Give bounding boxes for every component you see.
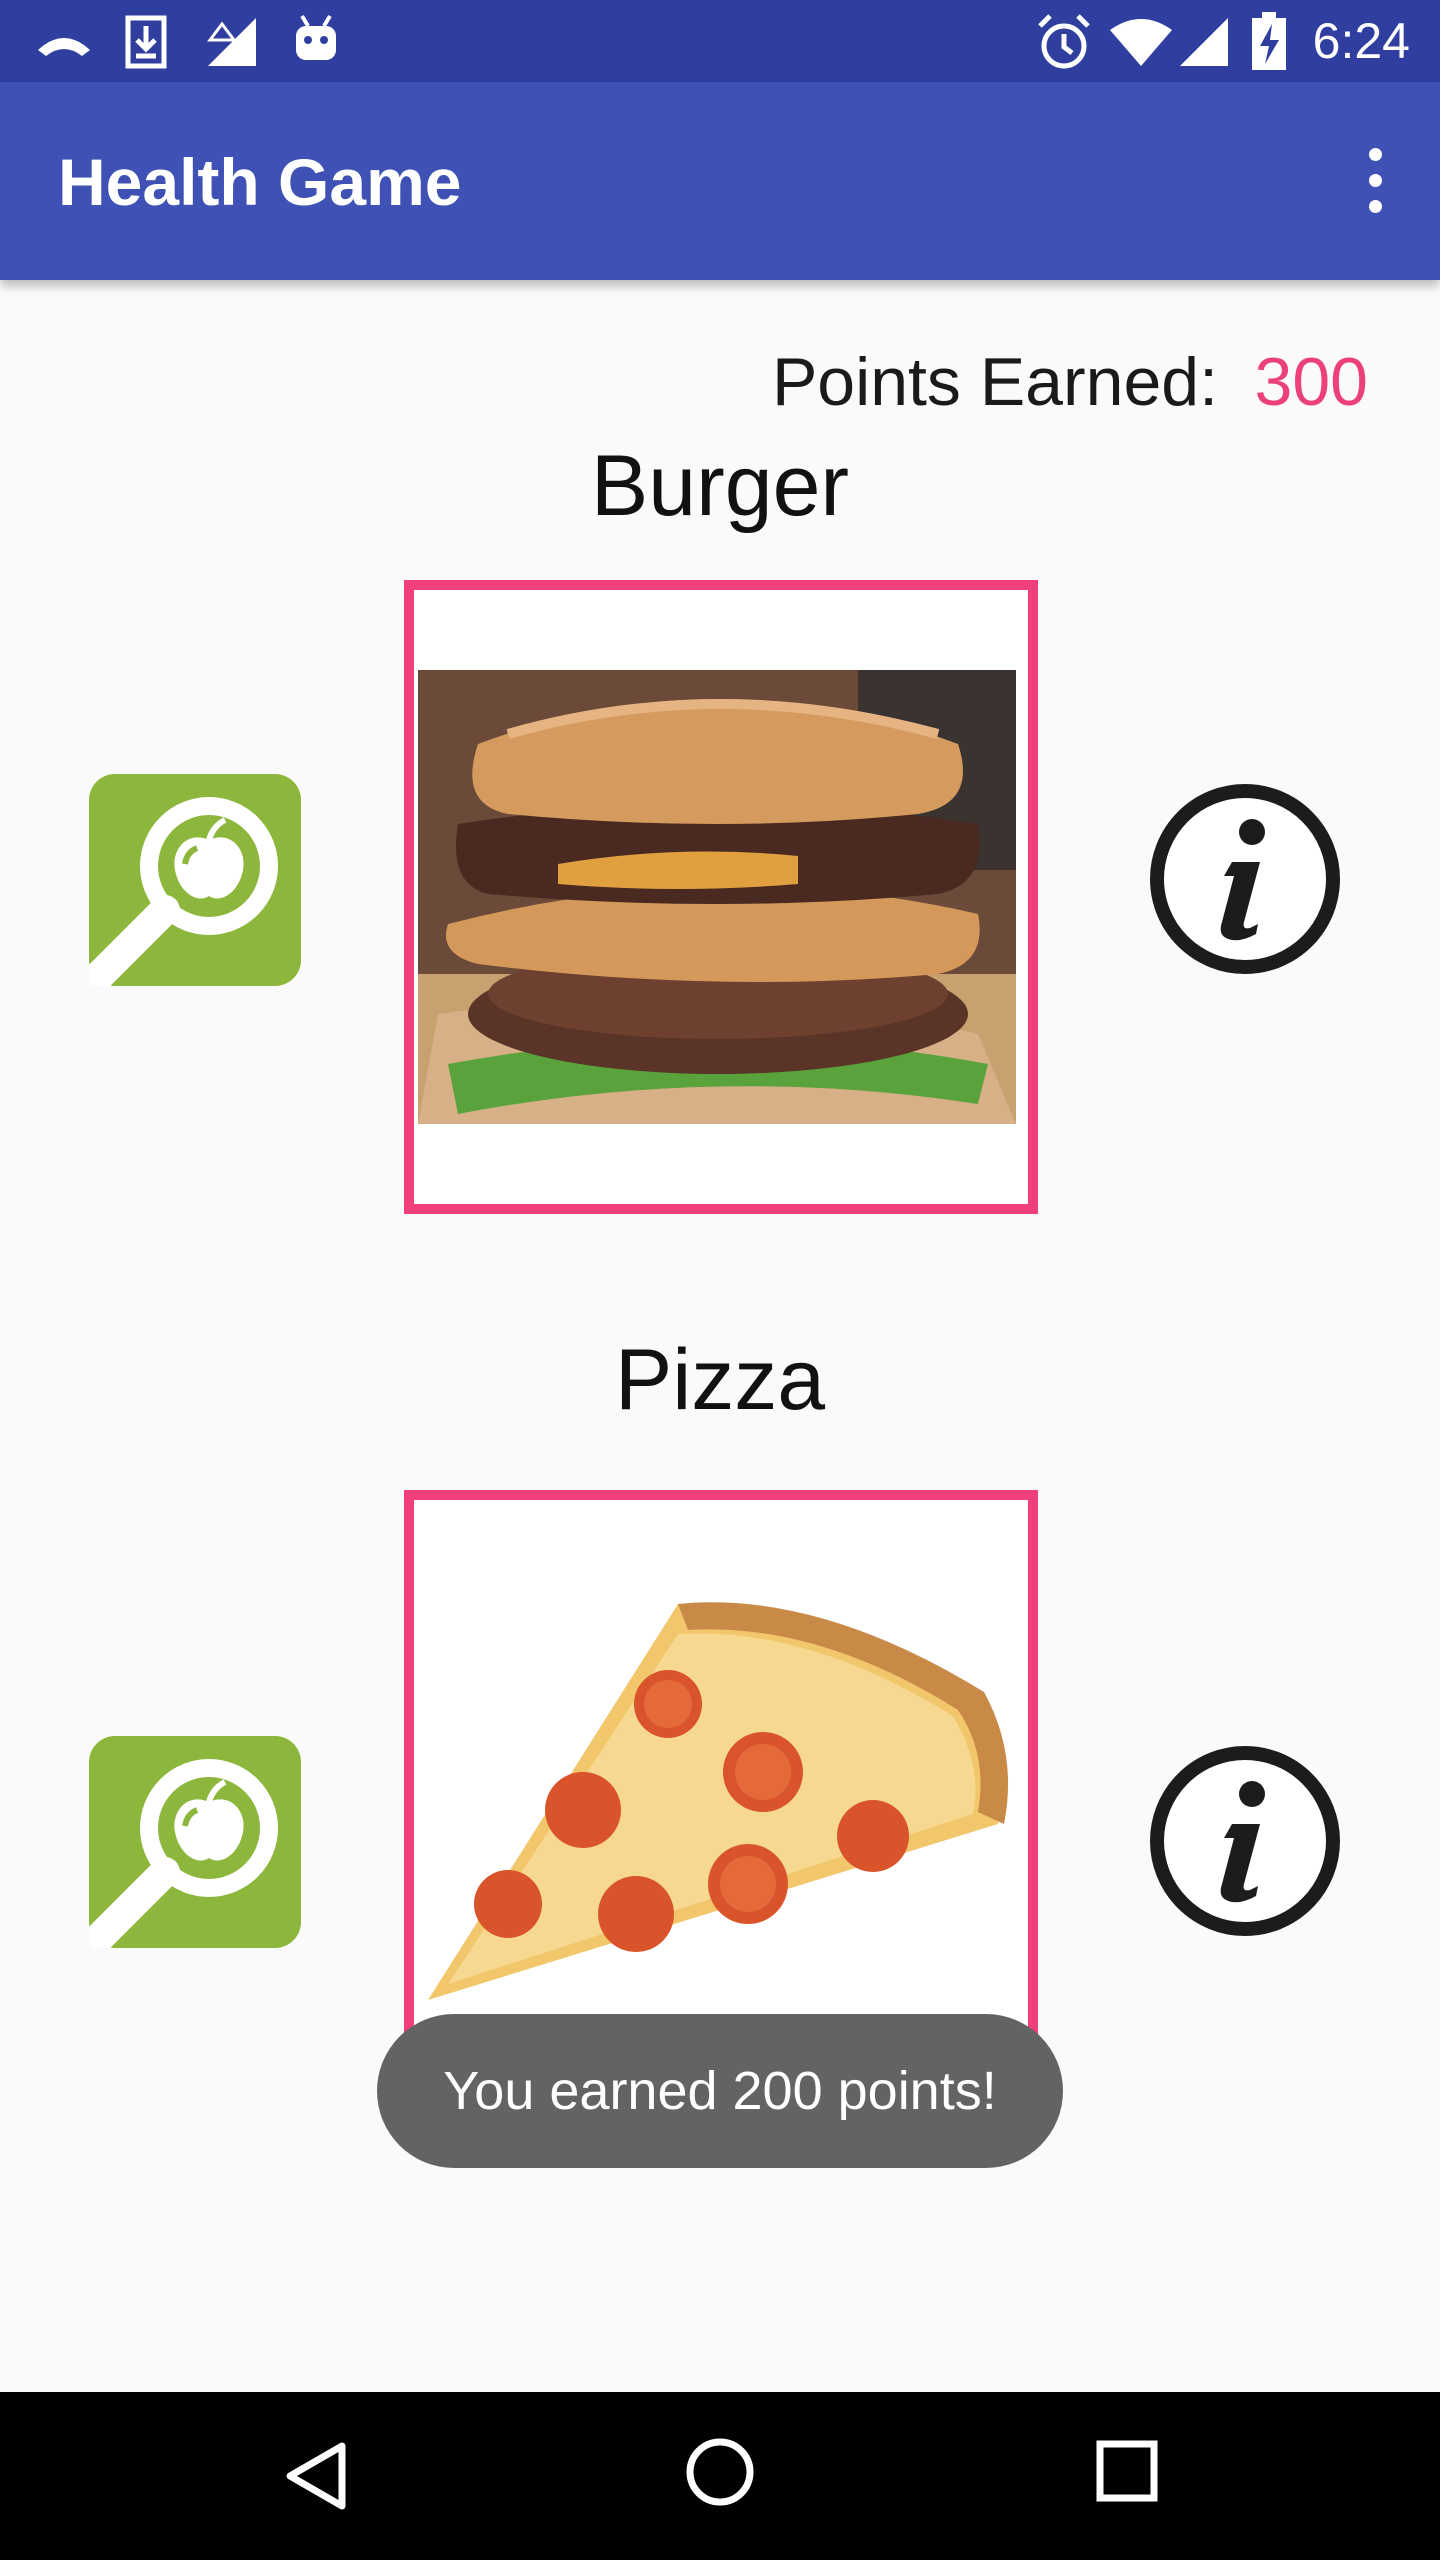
app-bar: Health Game bbox=[0, 82, 1440, 280]
app-title: Health Game bbox=[58, 145, 462, 219]
battery-charging-icon bbox=[1252, 12, 1286, 70]
food-image-frame-burger[interactable] bbox=[404, 580, 1038, 1214]
alarm-icon bbox=[1038, 14, 1090, 69]
info-icon[interactable] bbox=[1140, 1736, 1350, 1946]
back-icon[interactable] bbox=[282, 2440, 348, 2512]
download-icon bbox=[125, 15, 167, 69]
overflow-menu-icon[interactable] bbox=[1340, 136, 1410, 226]
apple-search-icon[interactable] bbox=[86, 1736, 301, 1951]
android-icon bbox=[296, 14, 336, 60]
cell-signal-icon bbox=[1180, 18, 1228, 66]
toast-message: You earned 200 points! bbox=[377, 2014, 1063, 2168]
signal-outline-icon bbox=[207, 18, 256, 66]
status-bar: 6:24 bbox=[0, 0, 1440, 82]
recents-icon[interactable] bbox=[1094, 2438, 1160, 2504]
apple-search-icon[interactable] bbox=[86, 774, 301, 989]
food-title-burger: Burger bbox=[590, 438, 850, 534]
phone-icon bbox=[38, 38, 90, 56]
navigation-bar bbox=[0, 2392, 1440, 2560]
info-icon[interactable] bbox=[1140, 774, 1350, 984]
home-icon[interactable] bbox=[684, 2436, 756, 2508]
points-label: Points Earned: bbox=[771, 344, 1218, 420]
pizza-image bbox=[418, 1504, 1016, 2102]
burger-image bbox=[418, 594, 1016, 1192]
status-time: 6:24 bbox=[1312, 13, 1410, 69]
food-title-pizza: Pizza bbox=[614, 1332, 826, 1428]
points-value: 300 bbox=[1254, 344, 1368, 420]
wifi-icon bbox=[1110, 19, 1172, 66]
